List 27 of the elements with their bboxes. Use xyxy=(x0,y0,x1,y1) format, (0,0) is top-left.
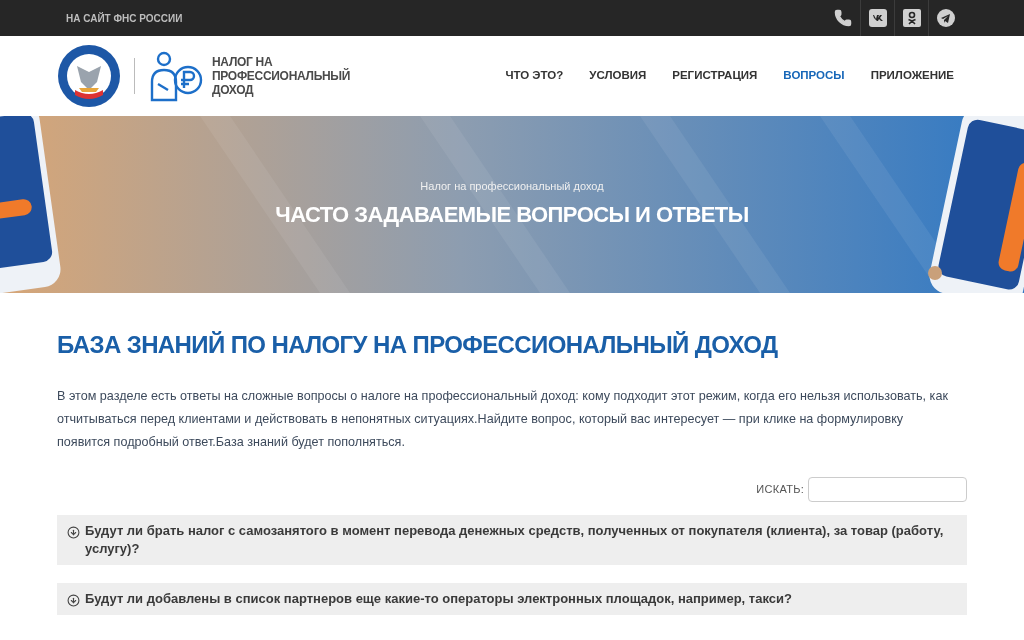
intro-paragraph: В этом разделе есть ответы на сложные вопросы о налоге на профессиональный доход: кому подходит этот режим, когда его нельзя использовать, как отчитываться перед клиентами и действовать в непонятных ситуациях.Найдите вопрос, который вас интересует — при клике на формулировку появится подробный ответ.База знаний будет пополняться. xyxy=(57,388,949,451)
fns-site-link[interactable]: НА САЙТ ФНС РОССИИ xyxy=(66,10,183,26)
question-item[interactable]: Будут ли добавлены в список партнеров еще какие-то операторы электронных площадок, например, такси? xyxy=(57,583,967,615)
nav-link[interactable]: ЧТО ЭТО? xyxy=(505,67,564,85)
phone-icon[interactable] xyxy=(834,9,852,27)
telegram-icon[interactable] xyxy=(936,9,955,27)
section-heading: БАЗА ЗНАНИЙ ПО НАЛОГУ НА ПРОФЕССИОНАЛЬНЫЙ ДОХОД xyxy=(57,330,779,360)
banner-subtitle: Налог на профессиональный доход xyxy=(420,178,604,194)
logo-text: НАЛОГ НА xyxy=(212,55,273,69)
nav-link[interactable]: УСЛОВИЯ xyxy=(589,67,647,85)
banner-title: ЧАСТО ЗАДАВАЕМЫЕ ВОПРОСЫ И ОТВЕТЫ xyxy=(275,201,749,230)
vk-icon[interactable] xyxy=(868,9,887,27)
question-text: Будут ли добавлены в список партнеров еще какие-то операторы электронных площадок, например, такси? xyxy=(85,590,792,608)
nav-link[interactable]: ПРИЛОЖЕНИЕ xyxy=(870,67,954,85)
question-text: Будут ли брать налог с самозанятого в момент перевода денежных средств, полученных от покупателя (клиента), за товар (работу, услугу)? xyxy=(85,522,945,558)
expand-icon xyxy=(67,526,80,539)
person-ruble-logo xyxy=(148,50,204,102)
emblem-logo xyxy=(57,44,121,108)
logo-text: ДОХОД xyxy=(212,83,255,97)
nav-link[interactable]: ВОПРОСЫ xyxy=(783,67,845,85)
ok-icon[interactable] xyxy=(902,9,921,27)
expand-icon xyxy=(67,594,80,607)
logo-text: ПРОФЕССИОНАЛЬНЫЙ xyxy=(212,69,351,83)
question-item[interactable]: Будут ли брать налог с самозанятого в момент перевода денежных средств, полученных от покупателя (клиента), за товар (работу, услугу)? xyxy=(57,515,967,565)
search-label: ИСКАТЬ: xyxy=(756,482,804,498)
search-field[interactable] xyxy=(808,477,967,502)
nav-link[interactable]: РЕГИСТРАЦИЯ xyxy=(672,67,758,85)
